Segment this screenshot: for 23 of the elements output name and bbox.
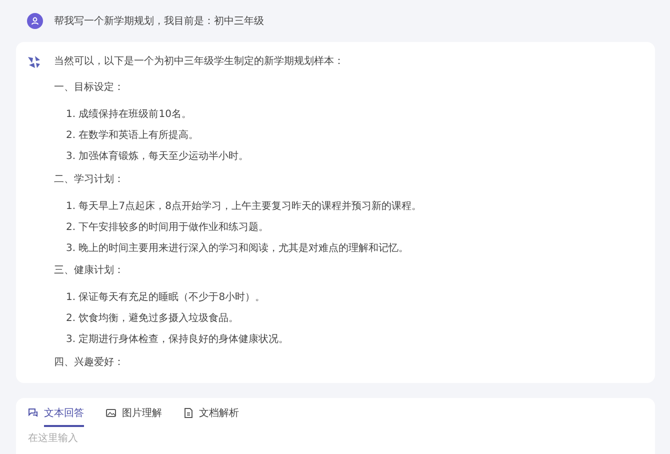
document-icon [184, 408, 193, 418]
list-item: 2. 饮食均衡，避免过多摄入垃圾食品。 [66, 312, 240, 326]
chat-icon [28, 408, 38, 418]
mode-tab[interactable]: 文档解析 [184, 406, 239, 427]
section-heading: 三、健康计划： [54, 264, 125, 278]
image-icon [106, 408, 116, 418]
list-item: 1. 保证每天有充足的睡眠（不少于8小时）。 [66, 291, 266, 306]
answer-intro: 当然可以，以下是一个为初中三年级学生制定的新学期规划样本： [54, 55, 345, 69]
list-item: 1. 成绩保持在班级前10名。 [66, 108, 192, 122]
list-item: 3. 加强体育锻炼，每天至少运动半小时。 [66, 150, 250, 164]
assistant-logo-icon [26, 55, 42, 69]
list-item: 2. 在数学和英语上有所提高。 [66, 129, 200, 143]
section-heading: 二、学习计划： [54, 172, 125, 187]
list-item: 1. 每天早上7点起床，8点开始学习，上午主要复习昨天的课程并预习新的课程。 [66, 200, 422, 214]
list-item: 3. 晚上的时间主要用来进行深入的学习和阅读，尤其是对难点的理解和记忆。 [66, 242, 410, 256]
list-item: 2. 下午安排较多的时间用于做作业和练习题。 [66, 220, 270, 235]
section-heading: 一、目标设定： [54, 81, 125, 95]
mode-tab[interactable]: 图片理解 [106, 406, 162, 427]
user-avatar [27, 13, 43, 29]
list-item: 3. 定期进行身体检查，保持良好的身体健康状况。 [66, 333, 290, 348]
mode-tab[interactable]: 文本回答 [28, 406, 84, 427]
section-heading: 四、兴趣爱好： [54, 356, 125, 370]
user-message: 帮我写一个新学期规划，我目前是：初中三年级 [54, 14, 264, 28]
